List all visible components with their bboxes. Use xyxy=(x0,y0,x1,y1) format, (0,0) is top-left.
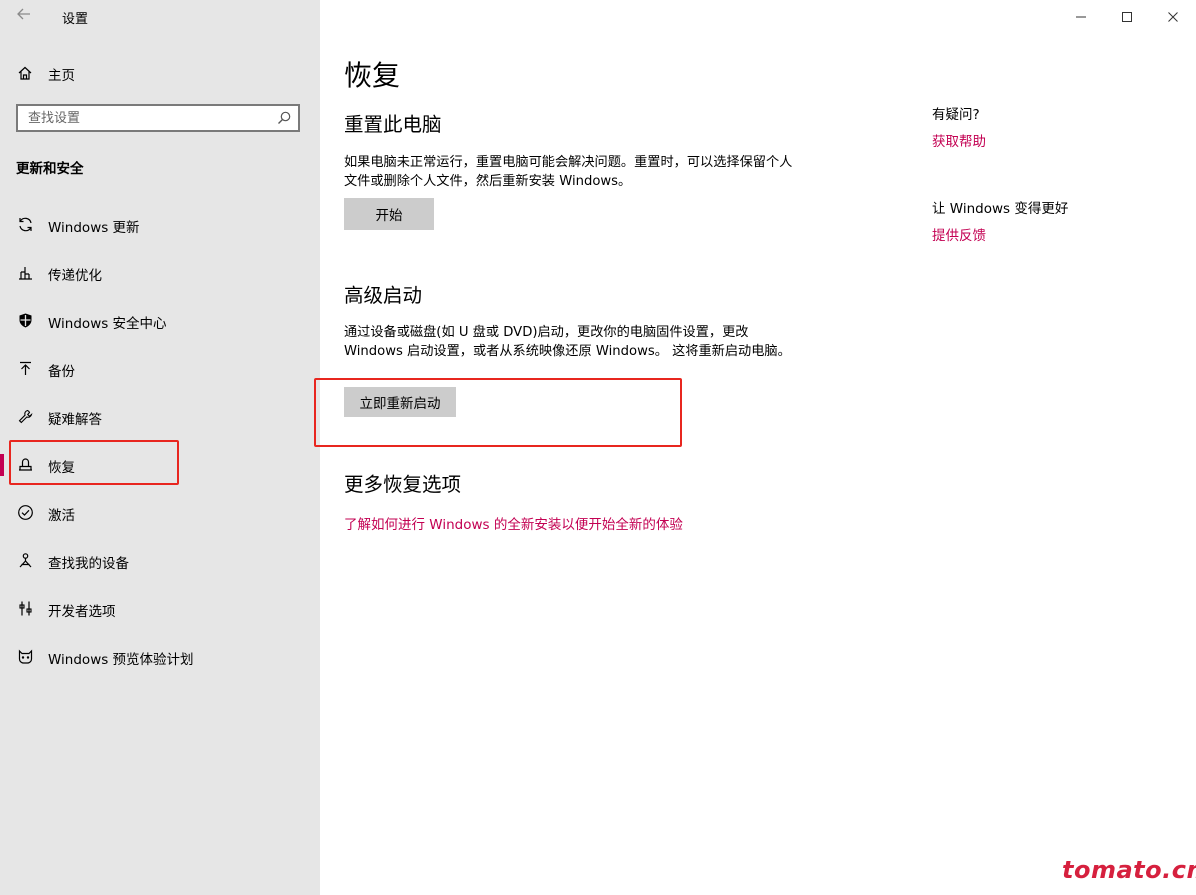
page-title: 恢复 xyxy=(344,59,401,92)
sidebar-item-label: 查找我的设备 xyxy=(48,556,129,572)
reset-start-button[interactable]: 开始 xyxy=(344,198,434,230)
sidebar-item-label: 主页 xyxy=(48,68,75,84)
sidebar-item-label: 备份 xyxy=(48,364,75,380)
get-help-link[interactable]: 获取帮助 xyxy=(932,130,986,150)
sidebar-item-delivery-optimization[interactable]: 传递优化 xyxy=(0,252,320,292)
sidebar-item-label: 开发者选项 xyxy=(48,604,116,620)
sidebar-item-label: Windows 预览体验计划 xyxy=(48,652,194,668)
search-icon[interactable] xyxy=(276,110,292,126)
reset-heading: 重置此电脑 xyxy=(344,113,442,136)
clean-install-link[interactable]: 了解如何进行 Windows 的全新安装以便开始全新的体验 xyxy=(344,513,683,533)
watermark-text: tomato.cm xyxy=(1062,856,1196,884)
app-title: 设置 xyxy=(62,12,89,27)
sidebar-item-developer-options[interactable]: 开发者选项 xyxy=(0,588,320,628)
sidebar-item-label: Windows 安全中心 xyxy=(48,316,167,332)
sidebar-item-label: 疑难解答 xyxy=(48,412,102,428)
search-box[interactable] xyxy=(16,104,300,132)
minimize-button[interactable] xyxy=(1058,4,1104,30)
sidebar-item-find-my-device[interactable]: 查找我的设备 xyxy=(0,540,320,580)
shield-icon xyxy=(16,311,34,329)
sync-icon xyxy=(16,215,34,233)
feedback-link[interactable]: 提供反馈 xyxy=(932,224,986,244)
delivery-optimization-icon xyxy=(16,263,34,281)
wrench-icon xyxy=(16,407,34,425)
highlight-annotation-recovery xyxy=(9,440,179,485)
sidebar-item-label: 传递优化 xyxy=(48,268,102,284)
sidebar-item-windows-update[interactable]: Windows 更新 xyxy=(0,204,320,244)
sidebar-item-home[interactable]: 主页 xyxy=(0,58,320,88)
check-circle-icon xyxy=(16,503,34,521)
find-device-icon xyxy=(16,551,34,569)
close-icon xyxy=(1168,12,1178,22)
highlight-annotation-restart xyxy=(314,378,682,447)
advanced-startup-description: 通过设备或磁盘(如 U 盘或 DVD)启动，更改你的电脑固件设置，更改 Wind… xyxy=(344,325,791,359)
back-arrow-icon[interactable] xyxy=(14,4,34,26)
backup-arrow-icon xyxy=(16,359,34,377)
sidebar-item-windows-insider[interactable]: Windows 预览体验计划 xyxy=(0,636,320,676)
reset-description: 如果电脑未正常运行，重置电脑可能会解决问题。重置时，可以选择保留个人文件或删除个… xyxy=(344,155,793,189)
developer-tools-icon xyxy=(16,599,34,617)
insider-cat-icon xyxy=(16,647,34,665)
sidebar-item-backup[interactable]: 备份 xyxy=(0,348,320,388)
advanced-startup-heading: 高级启动 xyxy=(344,284,423,307)
maximize-icon xyxy=(1122,12,1132,22)
close-button[interactable] xyxy=(1150,4,1196,30)
sidebar-item-label: 激活 xyxy=(48,508,75,524)
sidebar-item-label: Windows 更新 xyxy=(48,220,140,236)
more-recovery-heading: 更多恢复选项 xyxy=(344,473,462,496)
search-input[interactable] xyxy=(18,106,288,130)
home-icon xyxy=(16,64,34,82)
sidebar: 设置 主页 更新和安全 Windows 更新 传递优化 Windows 安全中心 xyxy=(0,0,320,895)
minimize-icon xyxy=(1076,16,1086,18)
maximize-button[interactable] xyxy=(1104,4,1150,30)
question-label: 有疑问? xyxy=(932,107,980,123)
sidebar-item-troubleshoot[interactable]: 疑难解答 xyxy=(0,396,320,436)
improve-windows-label: 让 Windows 变得更好 xyxy=(932,201,1069,217)
sidebar-item-windows-security[interactable]: Windows 安全中心 xyxy=(0,300,320,340)
sidebar-item-activation[interactable]: 激活 xyxy=(0,492,320,532)
selected-indicator xyxy=(0,454,4,476)
section-heading: 更新和安全 xyxy=(16,161,84,177)
